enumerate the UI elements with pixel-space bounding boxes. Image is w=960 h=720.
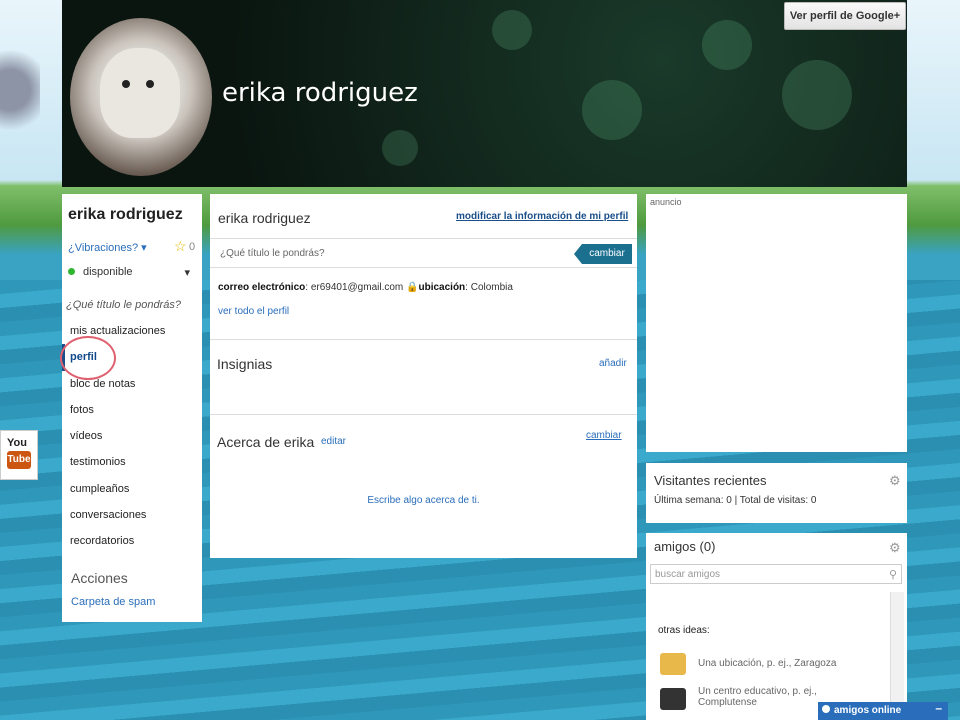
sidebar-item-recordatorios[interactable]: recordatorios [62, 528, 202, 554]
google-plus-profile-button[interactable]: Ver perfil de Google+ [784, 2, 906, 30]
visitors-title: Visitantes recientes [654, 473, 767, 488]
ad-label: anuncio [650, 197, 682, 207]
edit-about-link[interactable]: editar [321, 436, 346, 447]
spam-folder-link[interactable]: Carpeta de spam [71, 596, 155, 608]
online-dot-icon [68, 268, 75, 275]
status-dropdown[interactable]: disponible ▾ [68, 266, 196, 284]
sidebar-item-testimonios[interactable]: testimonios [62, 449, 202, 475]
sidebar-name[interactable]: erika rodriguez [68, 206, 183, 224]
youtube-badge[interactable]: You Tube [0, 430, 38, 480]
profile-name: erika rodriguez [218, 210, 311, 226]
divider [210, 267, 637, 268]
divider [210, 414, 637, 415]
sidebar-item-fotos[interactable]: fotos [62, 397, 202, 423]
vibraciones-dropdown[interactable]: ¿Vibraciones? ▾ [68, 241, 147, 254]
sidebar-item-conversaciones[interactable]: conversaciones [62, 502, 202, 528]
idea-school[interactable]: Un centro educativo, p. ej., Complutense [698, 686, 838, 708]
gear-icon[interactable]: ⚙ [889, 473, 901, 489]
youtube-you-text: You [7, 437, 27, 449]
view-full-profile-link[interactable]: ver todo el perfil [218, 306, 289, 317]
school-icon [660, 688, 686, 710]
dog-photo [100, 48, 180, 138]
search-icon[interactable]: ⚲ [889, 568, 897, 581]
left-sidebar: erika rodriguez ¿Vibraciones? ▾ ☆ 0 disp… [62, 194, 202, 622]
insignias-heading: Insignias [217, 356, 273, 372]
scrollbar[interactable] [890, 592, 904, 720]
add-badge-link[interactable]: añadir [599, 358, 627, 369]
about-heading: Acerca de erika [217, 434, 315, 450]
minimize-icon[interactable]: – [935, 699, 942, 717]
cover-name: erika rodriguez [222, 78, 418, 108]
other-ideas-heading: otras ideas: [658, 625, 710, 636]
lock-icon: 🔒 [406, 282, 419, 293]
star-icon[interactable]: ☆ [174, 238, 187, 255]
star-count: 0 [189, 241, 196, 253]
cambiar-title-button[interactable]: cambiar [574, 244, 632, 264]
gear-icon[interactable]: ⚙ [889, 540, 901, 556]
cambiar-about-link[interactable]: cambiar [586, 430, 622, 441]
visitors-stats: Última semana: 0 | Total de visitas: 0 [654, 495, 817, 506]
modify-profile-link[interactable]: modificar la información de mi perfil [456, 211, 628, 222]
chat-online-bar[interactable]: amigos online – [818, 699, 948, 720]
profile-main-panel: erika rodriguez modificar la información… [210, 194, 637, 558]
search-friends-input[interactable]: buscar amigos [650, 564, 902, 584]
title-input[interactable]: ¿Qué título le pondrás? [220, 248, 325, 259]
divider [210, 238, 637, 239]
friends-panel: amigos (0) ⚙ buscar amigos ⚲ otras ideas… [646, 533, 907, 720]
title-question[interactable]: ¿Qué título le pondrás? [66, 299, 181, 311]
visitors-panel: Visitantes recientes Última semana: 0 | … [646, 463, 907, 523]
sidebar-item-videos[interactable]: vídeos [62, 423, 202, 449]
idea-location[interactable]: Una ubicación, p. ej., Zaragoza [698, 658, 838, 669]
youtube-tube-text: Tube [7, 451, 31, 469]
contact-info: correo electrónico: er69401@gmail.com 🔒u… [218, 282, 513, 293]
friends-title: amigos (0) [654, 539, 716, 554]
sidebar-item-cumpleanos[interactable]: cumpleaños [62, 476, 202, 502]
background-bunny [0, 30, 40, 140]
divider [210, 339, 637, 340]
avatar[interactable] [70, 18, 212, 176]
acciones-heading: Acciones [71, 570, 128, 586]
chat-bubble-icon [822, 705, 830, 713]
ad-panel: anuncio [646, 194, 907, 452]
map-icon [660, 653, 686, 675]
write-about-link[interactable]: Escribe algo acerca de ti. [210, 495, 637, 506]
highlight-circle [60, 336, 116, 380]
